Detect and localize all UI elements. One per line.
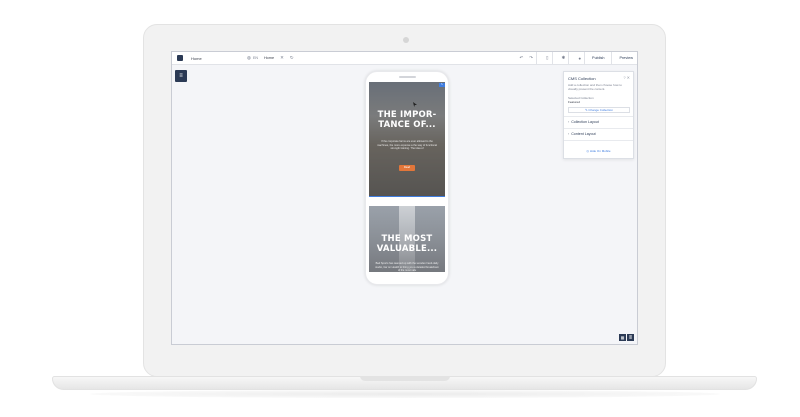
content-layout-section[interactable]: › Content Layout bbox=[564, 128, 633, 139]
phone-speaker bbox=[399, 76, 416, 78]
globe-icon[interactable]: ◍ bbox=[247, 55, 251, 61]
card-text: If the corporate farms are ever allowed … bbox=[377, 140, 437, 151]
help-icon[interactable]: ● bbox=[578, 56, 581, 61]
collection-card-2[interactable]: THE MOST VALUABLE... Bad Sports has team… bbox=[369, 206, 445, 272]
refresh-icon[interactable]: ↻ bbox=[290, 55, 294, 61]
undo-icon[interactable]: ↶ bbox=[519, 55, 523, 61]
change-collection-label: Change Collection bbox=[588, 108, 613, 112]
panel-title: CMS Collection bbox=[568, 76, 596, 81]
cms-collection-panel: CMS Collection ? ✕ Add a collection and … bbox=[563, 71, 634, 159]
hide-on-mobile-button[interactable]: ◎ Hide On Mobile bbox=[564, 149, 633, 153]
camera-icon bbox=[403, 37, 409, 43]
change-collection-button[interactable]: ✎ Change Collection bbox=[568, 107, 630, 113]
image-overlay bbox=[369, 82, 445, 196]
collection-card-1[interactable]: THE IMPOR-TANCE OF... If the corporate f… bbox=[369, 82, 445, 196]
toolbar-divider bbox=[611, 52, 613, 65]
mobile-preview-screen: THE IMPOR-TANCE OF... If the corporate f… bbox=[369, 82, 445, 272]
collection-layout-section[interactable]: › Collection Layout bbox=[564, 116, 633, 127]
card-text: Bad Sports has teamed up with the wooden… bbox=[375, 262, 439, 272]
toolbar-divider bbox=[536, 52, 538, 65]
mobile-preview-frame: THE IMPOR-TANCE OF... If the corporate f… bbox=[365, 71, 449, 285]
preview-button[interactable]: Preview bbox=[619, 56, 633, 60]
publish-button[interactable]: Publish bbox=[592, 56, 604, 60]
section-label: Collection Layout bbox=[571, 120, 599, 124]
panel-description: Add a collection and then choose how to … bbox=[568, 83, 622, 91]
chevron-right-icon: › bbox=[568, 120, 570, 124]
edit-badge-icon[interactable]: ✎ bbox=[439, 83, 445, 87]
card-title: THE IMPOR-TANCE OF... bbox=[377, 110, 437, 130]
card-title: THE MOST VALUABLE... bbox=[376, 234, 438, 254]
laptop-notch bbox=[360, 376, 450, 381]
add-element-button[interactable]: ≡ bbox=[175, 70, 187, 82]
read-more-button[interactable]: Read bbox=[399, 165, 415, 171]
laptop-shadow bbox=[90, 390, 720, 398]
selection-line bbox=[369, 196, 445, 197]
view-toggle: ▦ ≣ bbox=[619, 334, 634, 341]
redo-icon[interactable]: ↷ bbox=[529, 55, 533, 61]
panel-close-icon[interactable]: ? ✕ bbox=[623, 75, 630, 80]
editor-toolbar: Home ◍ EN Home ✕ ↻ ↶ ↷ ▯ ✱ ● Publish Pre… bbox=[172, 52, 637, 65]
section-label: Content Layout bbox=[571, 132, 596, 136]
selected-collection-value: Featured bbox=[568, 100, 581, 104]
mobile-view-icon[interactable]: ▯ bbox=[546, 55, 548, 61]
language-select[interactable]: EN bbox=[253, 56, 258, 60]
toolbar-divider bbox=[584, 52, 586, 65]
list-view-icon[interactable]: ≣ bbox=[627, 334, 634, 341]
chevron-right-icon: › bbox=[568, 132, 570, 136]
settings-icon[interactable]: ✱ bbox=[562, 55, 566, 61]
editor-screen: Home ◍ EN Home ✕ ↻ ↶ ↷ ▯ ✱ ● Publish Pre… bbox=[171, 51, 638, 345]
page-select[interactable]: Home bbox=[264, 56, 274, 60]
close-icon[interactable]: ✕ bbox=[280, 55, 284, 61]
toolbar-divider bbox=[551, 52, 553, 65]
page-tab[interactable]: Home bbox=[191, 56, 241, 61]
hide-on-mobile-label: Hide On Mobile bbox=[589, 149, 611, 153]
app-logo-icon[interactable] bbox=[177, 55, 183, 61]
grid-view-icon[interactable]: ▦ bbox=[619, 334, 626, 341]
toolbar-divider bbox=[568, 52, 570, 65]
